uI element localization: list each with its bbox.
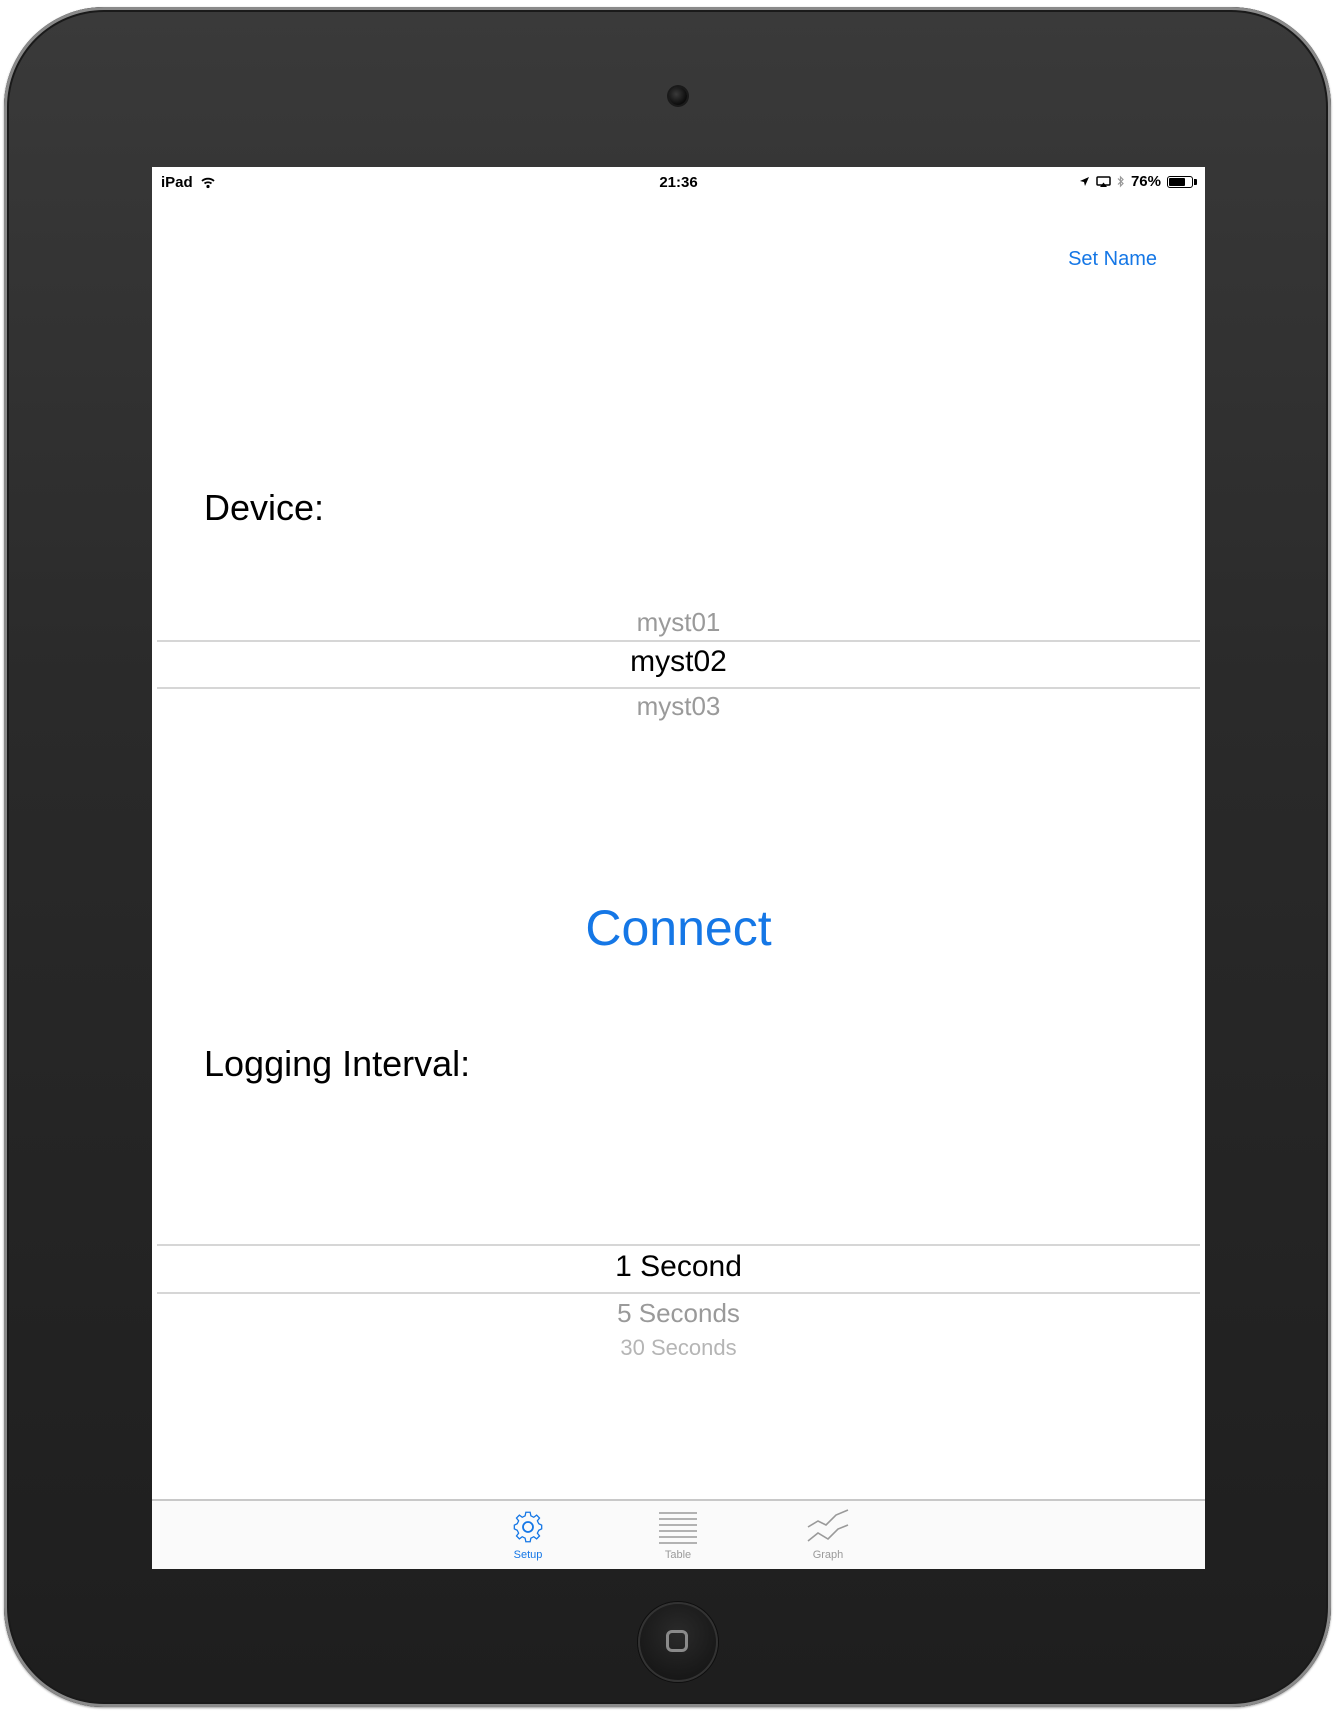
device-option[interactable]: myst01 [157,607,1200,638]
battery-fill [1169,177,1185,186]
battery-tip [1194,178,1197,185]
picker-divider [157,687,1200,689]
location-arrow-icon [1079,177,1089,186]
list-icon [659,1512,697,1544]
tab-setup-label: Setup [513,1549,543,1561]
tab-bar: Setup Table Graph [152,1499,1205,1569]
device-picker[interactable]: myst01 myst02 myst03 [157,607,1200,721]
ipad-device-frame: iPad 21:36 76% Set Name Device: myst01 m… [4,7,1331,1707]
set-name-button[interactable]: Set Name [1068,248,1157,271]
gear-icon [513,1511,543,1543]
interval-option[interactable]: 30 Seconds [157,1335,1200,1361]
graph-icon [807,1509,849,1542]
tab-setup[interactable]: Setup [488,1507,568,1561]
status-right: 76% [1079,173,1197,190]
tab-graph[interactable]: Graph [788,1507,868,1561]
interval-option-selected[interactable]: 1 Second [157,1250,1200,1284]
logging-interval-picker[interactable]: 1 Second 5 Seconds 30 Seconds [157,1244,1200,1364]
status-time: 21:36 [659,174,698,191]
connect-button[interactable]: Connect [152,899,1205,957]
home-square-icon [666,1630,688,1652]
picker-divider [157,1244,1200,1246]
device-option-selected[interactable]: myst02 [157,645,1200,679]
interval-option[interactable]: 5 Seconds [157,1298,1200,1329]
bluetooth-icon [1117,175,1124,188]
tab-graph-label: Graph [812,1549,844,1561]
device-option[interactable]: myst03 [157,691,1200,722]
battery-percent: 76% [1130,173,1161,190]
airplay-icon [1096,175,1111,187]
status-bar: iPad 21:36 76% [152,167,1205,199]
tab-table[interactable]: Table [638,1507,718,1561]
picker-divider [157,1292,1200,1294]
picker-divider [157,640,1200,642]
battery-icon [1167,175,1193,188]
tab-table-label: Table [664,1549,692,1561]
home-button[interactable] [638,1602,718,1682]
device-label-heading: Device: [204,487,325,528]
front-camera [669,87,687,105]
app-screen: iPad 21:36 76% Set Name Device: myst01 m… [152,167,1205,1569]
logging-interval-label: Logging Interval: [204,1043,471,1084]
